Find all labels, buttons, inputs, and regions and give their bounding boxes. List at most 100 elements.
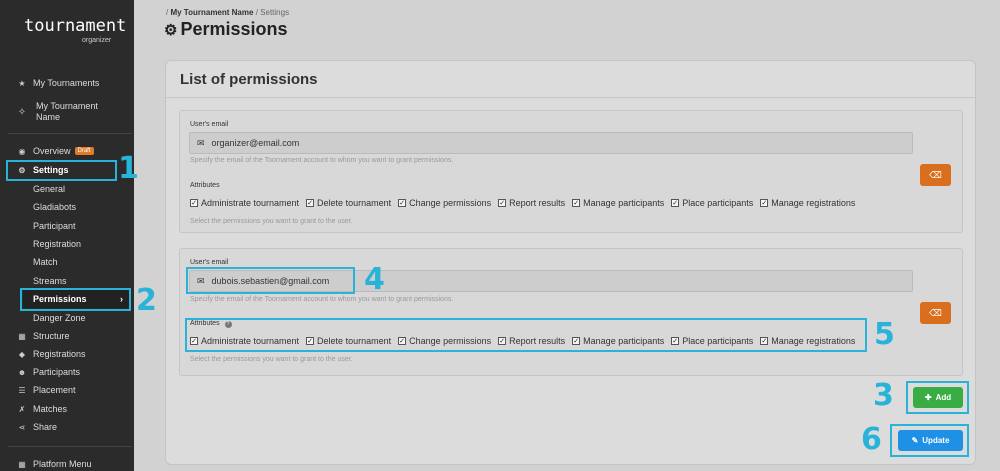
callout-number-4: 4 [364, 262, 385, 297]
checkbox-checked-icon[interactable]: ✓ [760, 199, 769, 207]
callout-highlight-6 [890, 424, 969, 457]
sidebar-subitem-gladiabots[interactable]: Gladiabots [33, 202, 76, 212]
attribute-label: Manage registrations [771, 198, 856, 208]
sidebar-subitem-streams[interactable]: Streams [33, 276, 67, 286]
checkbox-checked-icon[interactable]: ✓ [306, 199, 315, 207]
sidebar-item-registrations[interactable]: ◆ Registrations [0, 345, 134, 363]
card-divider [166, 97, 975, 98]
email-help-text: Specify the email of the Toornament acco… [190, 296, 454, 303]
page-title-text: Permissions [180, 19, 288, 39]
sidebar-item-share[interactable]: ⋖ Share [0, 418, 134, 436]
trash-icon: ⌫ [929, 169, 942, 180]
share-icon: ⋖ [18, 422, 26, 432]
checkbox-checked-icon[interactable]: ✓ [398, 199, 407, 207]
breadcrumb: / My Tournament Name / Settings [166, 8, 289, 17]
grid-icon: ▦ [18, 459, 26, 469]
sidebar-divider [8, 133, 132, 134]
sidebar-item-platform-menu[interactable]: ▦ Platform Menu [0, 455, 134, 471]
trash-icon: ⌫ [929, 307, 942, 318]
attributes-help-text: Select the permissions you want to grant… [190, 356, 353, 363]
sidebar-item-participants[interactable]: ☻ Participants [0, 363, 134, 381]
sidebar-divider [8, 446, 132, 447]
callout-highlight-3 [906, 381, 969, 414]
logo-text: tournament [24, 16, 127, 36]
sidebar-item-label: My Tournament Name [36, 101, 98, 122]
breadcrumb-current: Settings [260, 8, 290, 17]
permission-entry [179, 110, 963, 233]
callout-number-2: 2 [136, 283, 157, 318]
sidebar-item-label: Overview [33, 146, 71, 156]
checkbox-checked-icon[interactable]: ✓ [190, 199, 198, 207]
sidebar-subitem-general[interactable]: General [33, 184, 65, 194]
sidebar-item-label: Placement [33, 385, 76, 395]
sidebar-subitem-participant[interactable]: Participant [33, 221, 76, 231]
callout-highlight-2 [20, 288, 131, 311]
draft-badge: Draft [74, 147, 94, 155]
attribute-checkbox[interactable]: ✓ Administrate tournament [190, 198, 299, 208]
sidebar-item-label: Participants [33, 367, 81, 377]
checkbox-checked-icon[interactable]: ✓ [572, 199, 581, 207]
sidebar-item-my-tournaments[interactable]: ★ My Tournaments [0, 74, 134, 92]
callout-number-6: 6 [861, 422, 882, 457]
delete-permission-button[interactable]: ⌫ [920, 164, 951, 186]
attribute-checkbox[interactable]: ✓ Report results [498, 198, 565, 208]
breadcrumb-separator: / [166, 8, 169, 17]
card-title: List of permissions [180, 71, 318, 88]
sidebar-item-structure[interactable]: ▦ Structure [0, 327, 134, 345]
sidebar-item-label: Platform Menu [33, 459, 92, 469]
logo-subtitle: organizer [82, 37, 112, 44]
email-value: organizer@email.com [211, 138, 300, 148]
email-label: User's email [190, 259, 229, 266]
email-label: User's email [190, 121, 229, 128]
sidebar-item-label: Registrations [33, 349, 86, 359]
breadcrumb-separator: / [255, 8, 258, 17]
attribute-checkbox[interactable]: ✓ Delete tournament [306, 198, 391, 208]
app-logo[interactable]: tournament organizer [24, 16, 126, 46]
dashboard-icon: ◉ [18, 146, 26, 156]
breadcrumb-tournament[interactable]: My Tournament Name [170, 8, 253, 17]
sitemap-icon: ▦ [18, 331, 26, 341]
attributes-list: ✓ Administrate tournament ✓ Delete tournam… [190, 198, 862, 208]
delete-permission-button[interactable]: ⌫ [920, 302, 951, 324]
checkbox-checked-icon[interactable]: ✓ [498, 199, 507, 207]
sidebar-item-label: Structure [33, 331, 70, 341]
attribute-label: Delete tournament [317, 198, 392, 208]
attribute-checkbox[interactable]: ✓ Change permissions [398, 198, 491, 208]
users-icon: ☻ [17, 367, 27, 377]
attribute-label: Administrate tournament [201, 198, 300, 208]
callout-highlight-1 [6, 160, 117, 181]
attribute-checkbox[interactable]: ✓ Manage registrations [760, 198, 855, 208]
callout-highlight-5 [185, 318, 867, 352]
callout-highlight-4 [186, 267, 355, 294]
gladiabots-icon: ✧ [17, 106, 27, 118]
attribute-checkbox[interactable]: ✓ Manage participants [572, 198, 664, 208]
attribute-label: Report results [509, 198, 566, 208]
attributes-help-text: Select the permissions you want to grant… [190, 218, 353, 225]
gears-icon: ⚙ [164, 21, 178, 39]
ticket-icon: ◆ [18, 349, 26, 359]
attribute-checkbox[interactable]: ✓ Place participants [671, 198, 753, 208]
sidebar-subitem-registration[interactable]: Registration [33, 239, 81, 249]
sidebar-item-current-tournament[interactable]: ✧ My Tournament Name [0, 99, 134, 125]
attribute-label: Manage participants [583, 198, 665, 208]
callout-number-1: 1 [118, 151, 139, 186]
sidebar-item-placement[interactable]: ☰ Placement [0, 381, 134, 399]
sidebar-subitem-match[interactable]: Match [33, 257, 58, 267]
sidebar-item-matches[interactable]: ✗ Matches [0, 400, 134, 418]
attributes-label: Attributes [190, 182, 220, 189]
email-help-text: Specify the email of the Toornament acco… [190, 157, 454, 164]
page-title: ⚙ Permissions [164, 19, 288, 40]
sidebar-item-overview[interactable]: ◉ Overview Draft [0, 142, 134, 160]
sidebar-item-label: Share [33, 422, 58, 432]
envelope-icon: ✉ [197, 137, 205, 148]
checkbox-checked-icon[interactable]: ✓ [671, 199, 680, 207]
sidebar: tournament organizer ★ My Tournaments ✧ … [0, 0, 134, 471]
sidebar-item-label: My Tournaments [33, 78, 100, 88]
callout-number-5: 5 [874, 317, 895, 352]
email-field[interactable]: ✉ organizer@email.com [189, 132, 913, 154]
bolt-icon: ✗ [18, 404, 26, 414]
sidebar-item-label: Matches [33, 404, 68, 414]
sidebar-subitem-danger-zone[interactable]: Danger Zone [33, 313, 86, 323]
attribute-label: Change permissions [409, 198, 492, 208]
trophy-icon: ★ [18, 78, 26, 88]
